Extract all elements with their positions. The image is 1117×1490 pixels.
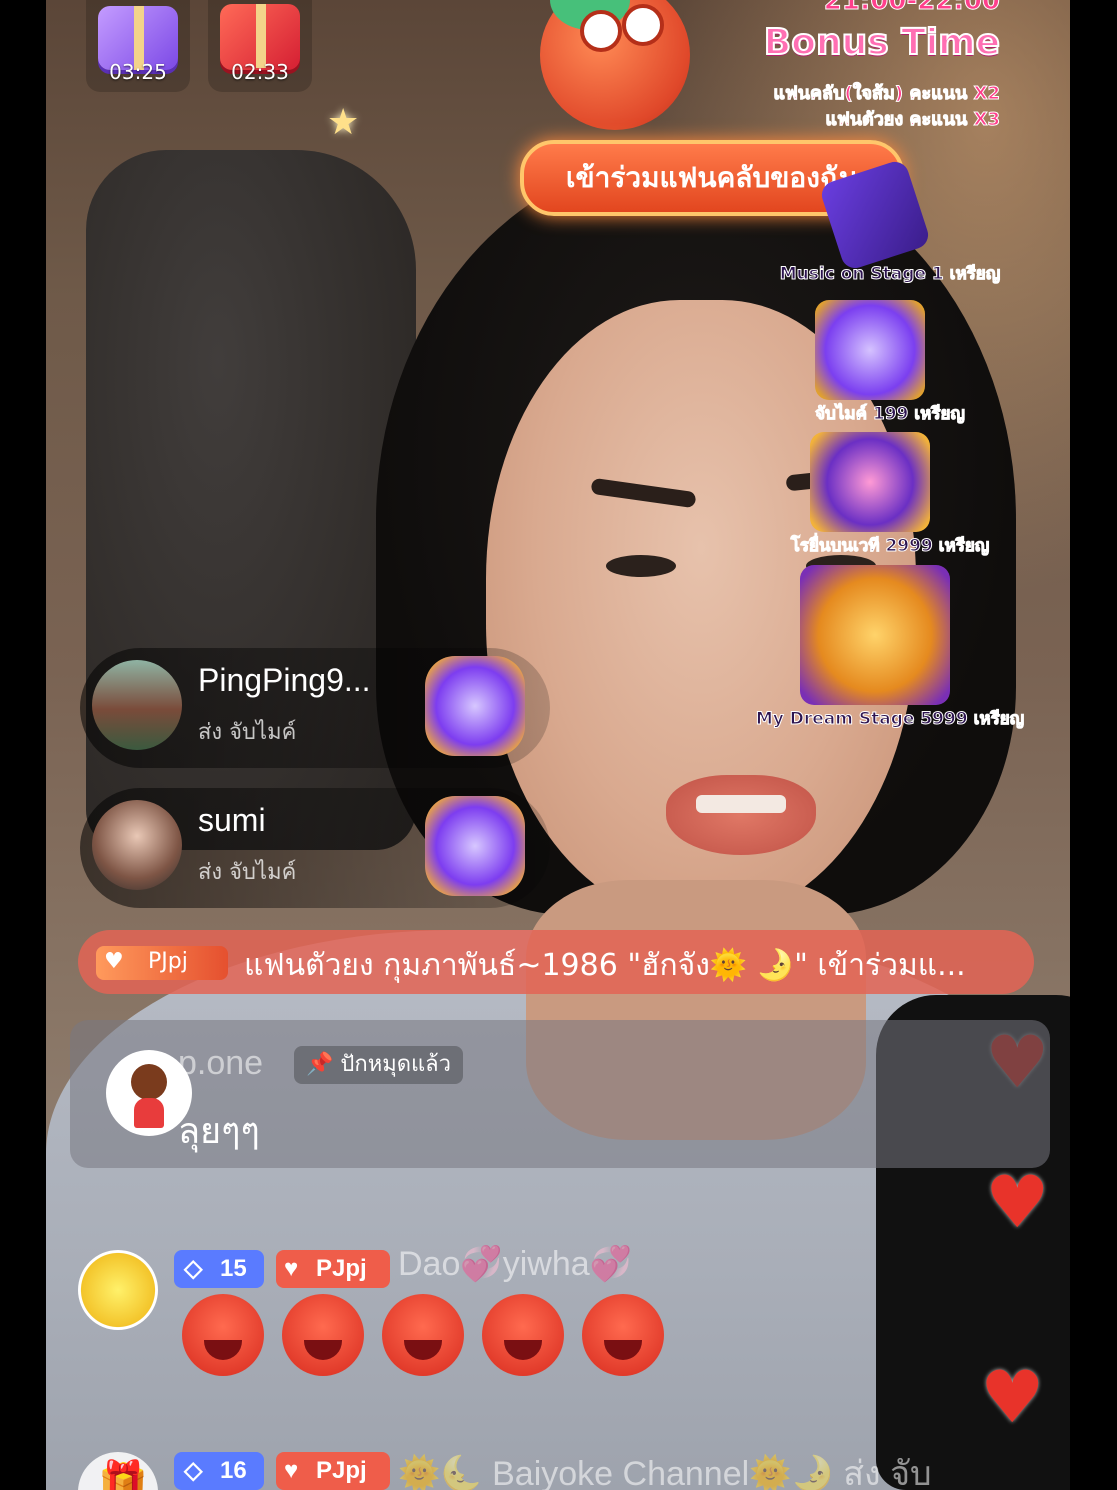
heart-badge-icon: ♥ [104,949,124,974]
streamer-lips [666,775,816,855]
fan-banner-text: แฟนตัวยง กุมภาพันธ์~1986 "ฮักจัง🌞 🌛" เข้… [244,948,966,983]
fan-badge: ♥ PJpj [96,946,228,980]
left-eye [606,555,676,577]
fan-badge-label: PJpj [316,1457,367,1484]
gift-sender-name: sumi [198,802,266,838]
bonus-line-2: แฟนตัวยง คะแนน X3 [825,109,1001,131]
fan-badge-label: PJpj [316,1255,367,1282]
gift-item[interactable]: จับไมค์ 199 เหรียญ [740,300,1040,427]
pinned-tag-label: ปักหมุดแล้ว [340,1052,451,1077]
pinned-tag: 📌 ปักหมุดแล้ว [294,1046,463,1084]
gift-notification[interactable]: sumi ส่ง จับไมค์ [80,788,550,908]
gift-label: Music on Stage 1 เหรียญ [779,264,1001,285]
laughing-emoji-icon [582,1294,664,1376]
pinned-message: ลุยๆๆ [178,1111,260,1152]
gift-icon: 🎁 [98,1459,148,1490]
bonus-line-1: แฟนคลับ(ใจส้ม) คะแนน X2 [773,83,1001,105]
avatar[interactable]: 🎁 [78,1452,158,1490]
comment-text: 🌞🌜 Baiyoke Channel🌞🌛 ส่ง จับ [398,1455,932,1490]
heart-badge-icon: ♥ [284,1457,299,1484]
heart-icon: ♥ [980,1355,1045,1439]
ribbon-shape [256,4,266,68]
emoji-row [182,1294,682,1392]
avatar-dress [134,1098,164,1128]
microphone-gift-icon [815,300,925,400]
streamer-teeth [696,795,786,813]
comment-item[interactable]: 🎁 ◇ 16 ♥ PJpj 🌞🌜 Baiyoke Channel🌞🌛 ส่ง จ… [78,1452,1018,1490]
gift-action-text: ส่ง จับไมค์ [198,720,297,745]
bonus-time-range: 21:00-22:00 [823,0,1000,17]
gift-label: จับไมค์ 199 เหรียญ [815,404,966,425]
gift-notification[interactable]: PingPing9... ส่ง จับไมค์ [80,648,550,768]
microphone-gift-icon [425,656,525,756]
level-badge: ◇ 16 [174,1452,264,1490]
pinned-username[interactable]: p.one [178,1044,263,1083]
star-icon: ★ [327,102,360,143]
piano-gift-icon [810,432,930,532]
level-number: 16 [220,1457,247,1484]
laughing-emoji-icon [482,1294,564,1376]
pinned-comment[interactable]: p.one 📌 ปักหมุดแล้ว ลุยๆๆ [70,1020,1050,1168]
avatar[interactable] [92,660,182,750]
bonus-title: Bonus Time [763,21,1001,64]
fan-badge-label: PJpj [148,949,188,974]
heart-icon: ♥ [985,1160,1050,1244]
avatar[interactable] [78,1250,158,1330]
timer-box-1[interactable]: 03:25 [86,0,190,92]
gift-item[interactable]: Music on Stage 1 เหรียญ [740,158,1040,287]
timer-label: 02:33 [231,60,289,84]
mascot-icon [540,0,690,130]
heart-icon: ♥ [985,1020,1050,1104]
comment-username[interactable]: Dao💞yiwha💞 [398,1244,632,1284]
level-number: 15 [220,1255,247,1282]
mascot-eye [622,4,664,46]
heart-badge-icon: ♥ [284,1255,299,1282]
fan-badge: ♥ PJpj [276,1250,390,1288]
avatar-head [131,1064,167,1100]
mascot-eye [580,10,622,52]
gift-sender-name: PingPing9... [198,662,371,698]
timer-box-2[interactable]: 02:33 [208,0,312,92]
gift-label: My Dream Stage 5999 เหรียญ [755,709,1025,730]
fan-join-banner: ♥ PJpj แฟนตัวยง กุมภาพันธ์~1986 "ฮักจัง🌞… [78,930,1034,994]
diamond-icon: ◇ [184,1457,203,1484]
gift-action-text: ส่ง จับไมค์ [198,860,297,885]
avatar[interactable] [92,800,182,890]
timer-label: 03:25 [109,60,167,84]
microphone-gift-icon [425,796,525,896]
level-badge: ◇ 15 [174,1250,264,1288]
gift-item[interactable]: โรยื่นบนเวที 2999 เหรียญ [740,432,1040,559]
live-stream-screen: 03:25 02:33 ★ 21:00-22:00 Bonus Time แฟน… [0,0,1117,1490]
diamond-icon: ◇ [184,1255,203,1282]
laughing-emoji-icon [382,1294,464,1376]
gift-label: โรยื่นบนเวที 2999 เหรียญ [790,536,990,557]
laughing-emoji-icon [282,1294,364,1376]
ticket-icon [818,158,932,272]
comment-item[interactable]: ◇ 15 ♥ PJpj Dao💞yiwha💞 [78,1245,1018,1392]
pin-icon: 📌 [306,1052,334,1077]
stage-gift-icon [800,565,950,705]
fan-badge: ♥ PJpj [276,1452,390,1490]
gift-item[interactable]: My Dream Stage 5999 เหรียญ [740,565,1040,732]
laughing-emoji-icon [182,1294,264,1376]
